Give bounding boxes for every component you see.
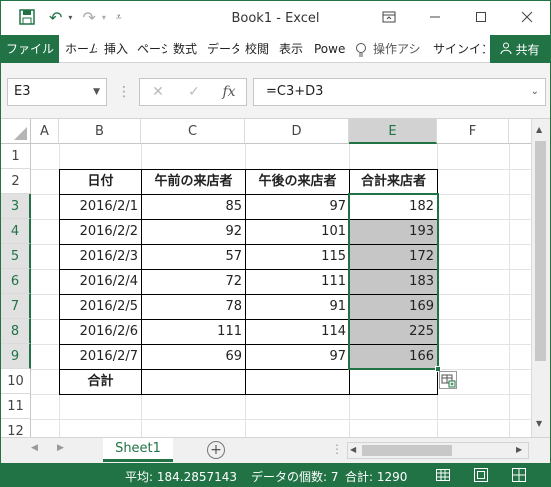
tab-insert[interactable]: 挿入 bbox=[104, 35, 130, 63]
cell-date[interactable]: 2016/2/4 bbox=[60, 270, 141, 294]
cell-pm[interactable]: 111 bbox=[246, 270, 349, 294]
cell-date[interactable]: 2016/2/1 bbox=[60, 195, 141, 219]
cell-am[interactable]: 72 bbox=[142, 270, 245, 294]
cell-pm[interactable]: 101 bbox=[246, 220, 349, 244]
ribbon-tabs: ファイル ホーム 挿入 ページ 数式 データ 校閲 表示 Powe 操作アシ サ… bbox=[1, 35, 550, 63]
sheet-tab-sheet1[interactable]: Sheet1 bbox=[103, 438, 173, 462]
person-icon bbox=[500, 42, 512, 57]
minimize-icon[interactable] bbox=[412, 1, 458, 33]
cell-pm[interactable]: 97 bbox=[246, 345, 349, 369]
worksheet-grid[interactable]: A B C D E F 1 2 3 4 5 6 7 8 9 10 11 12 日… bbox=[1, 119, 550, 437]
formula-text: =C3+D3 bbox=[266, 84, 324, 99]
cell-date[interactable]: 2016/2/3 bbox=[60, 245, 141, 269]
status-sum[interactable]: 合計: 1290 bbox=[345, 468, 407, 485]
formula-bar-area: E3 ▼ ⋮ ✕ ✓ fx =C3+D3 ⌄ bbox=[1, 63, 550, 119]
cell-am[interactable]: 111 bbox=[142, 320, 245, 344]
cell-am[interactable]: 57 bbox=[142, 245, 245, 269]
cell-pm[interactable]: 114 bbox=[246, 320, 349, 344]
vertical-scroll-thumb[interactable] bbox=[535, 141, 546, 361]
selection-range bbox=[348, 193, 439, 370]
ribbon-display-options-icon[interactable] bbox=[366, 1, 412, 33]
cell-pm[interactable]: 91 bbox=[246, 295, 349, 319]
tell-me-box[interactable]: 操作アシ bbox=[373, 35, 425, 63]
horizontal-scroll-thumb[interactable] bbox=[362, 445, 452, 456]
status-count[interactable]: データの個数: 7 bbox=[251, 468, 339, 485]
tab-file[interactable]: ファイル bbox=[1, 35, 59, 63]
tab-review[interactable]: 校閲 bbox=[245, 35, 273, 63]
tab-view[interactable]: 表示 bbox=[279, 35, 307, 63]
enter-icon[interactable]: ✓ bbox=[183, 78, 205, 106]
horizontal-scrollbar[interactable]: ◀ ▶ bbox=[347, 442, 529, 459]
header-total-visitors[interactable]: 合計来店者 bbox=[350, 170, 437, 194]
cancel-icon[interactable]: ✕ bbox=[147, 78, 169, 106]
formula-input[interactable]: =C3+D3 ⌄ bbox=[253, 78, 546, 106]
cell-am[interactable]: 92 bbox=[142, 220, 245, 244]
name-box-dropdown-icon[interactable]: ▼ bbox=[93, 79, 100, 105]
header-date[interactable]: 日付 bbox=[60, 170, 141, 194]
cell-am[interactable]: 78 bbox=[142, 295, 245, 319]
cell-pm[interactable]: 97 bbox=[246, 195, 349, 219]
insert-function-icon[interactable]: fx bbox=[217, 78, 241, 106]
cell-date[interactable]: 2016/2/6 bbox=[60, 320, 141, 344]
tab-split-grip-icon[interactable]: ⋮ bbox=[331, 442, 343, 456]
normal-view-icon[interactable] bbox=[435, 467, 451, 486]
name-box[interactable]: E3 ▼ bbox=[7, 78, 107, 106]
tab-home[interactable]: ホーム bbox=[65, 35, 97, 63]
tab-page-layout[interactable]: ページ bbox=[137, 35, 167, 63]
next-sheet-icon[interactable]: ▶ bbox=[57, 443, 64, 453]
scroll-down-icon[interactable]: ▼ bbox=[536, 419, 542, 428]
status-average[interactable]: 平均: 184.2857143 bbox=[125, 468, 237, 485]
title-bar: ↶ ▾ ↷ ▾ ⩡ Book1 - Excel bbox=[1, 1, 550, 35]
sign-in-link[interactable]: サインイン bbox=[433, 35, 485, 63]
sheet-tabs-bar: ◀ ▶ Sheet1 + ⋮ ◀ ▶ bbox=[1, 437, 550, 463]
new-sheet-icon[interactable]: + bbox=[207, 441, 225, 459]
sum-label[interactable]: 合計 bbox=[60, 370, 141, 394]
cell-date[interactable]: 2016/2/7 bbox=[60, 345, 141, 369]
scroll-up-icon[interactable]: ▲ bbox=[536, 125, 542, 134]
vertical-scrollbar[interactable]: ▲ ▼ bbox=[531, 119, 550, 437]
name-box-value: E3 bbox=[14, 84, 31, 99]
page-layout-view-icon[interactable] bbox=[473, 467, 489, 486]
share-button[interactable]: 共有 bbox=[490, 35, 550, 63]
tab-data[interactable]: データ bbox=[207, 35, 239, 63]
prev-sheet-icon[interactable]: ◀ bbox=[31, 443, 38, 453]
status-bar: 平均: 184.2857143 データの個数: 7 合計: 1290 bbox=[1, 463, 550, 486]
tab-formulas[interactable]: 数式 bbox=[173, 35, 201, 63]
cell-pm[interactable]: 115 bbox=[246, 245, 349, 269]
lightbulb-icon[interactable] bbox=[355, 35, 373, 63]
page-break-view-icon[interactable] bbox=[511, 467, 527, 486]
expand-formula-icon[interactable]: ⌄ bbox=[531, 79, 539, 105]
scroll-right-icon[interactable]: ▶ bbox=[516, 445, 522, 454]
cell-date[interactable]: 2016/2/5 bbox=[60, 295, 141, 319]
cell-am[interactable]: 85 bbox=[142, 195, 245, 219]
formula-bar-grip-icon[interactable]: ⋮ bbox=[117, 78, 131, 106]
tab-power[interactable]: Powe bbox=[314, 35, 346, 63]
header-am-visitors[interactable]: 午前の来店者 bbox=[142, 170, 245, 194]
quick-analysis-icon[interactable] bbox=[439, 371, 457, 389]
cell-am[interactable]: 69 bbox=[142, 345, 245, 369]
scroll-left-icon[interactable]: ◀ bbox=[350, 445, 356, 454]
cell-date[interactable]: 2016/2/2 bbox=[60, 220, 141, 244]
share-label: 共有 bbox=[515, 42, 540, 57]
close-icon[interactable] bbox=[504, 1, 550, 33]
maximize-icon[interactable] bbox=[458, 1, 504, 33]
header-pm-visitors[interactable]: 午後の来店者 bbox=[246, 170, 349, 194]
